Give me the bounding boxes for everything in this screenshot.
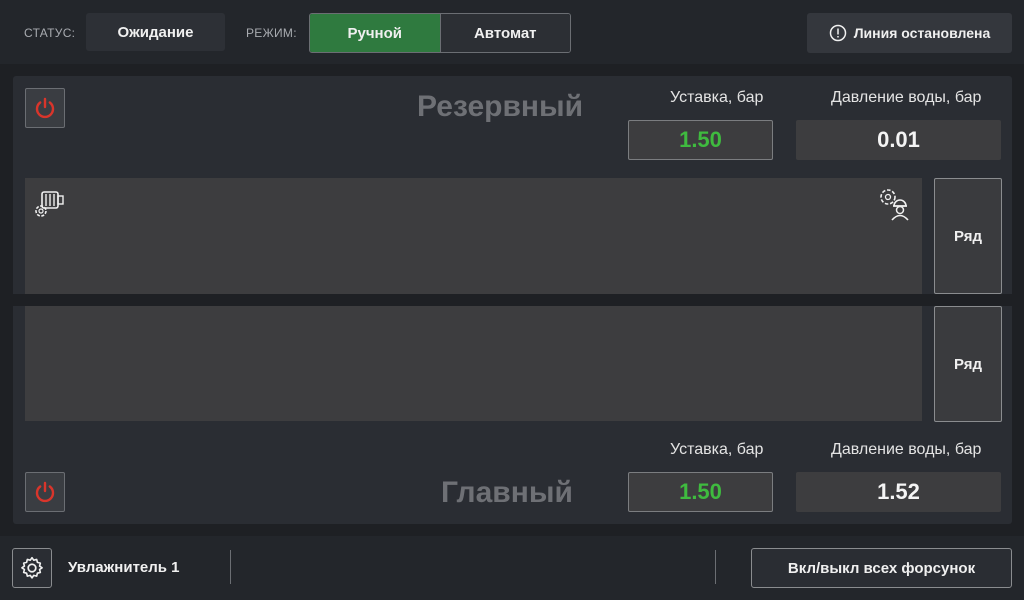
mode-auto-button[interactable]: Автомат (439, 14, 570, 52)
reserve-setpoint-input[interactable]: 1.50 (628, 120, 773, 160)
mode-manual-button[interactable]: Ручной (310, 14, 440, 52)
reserve-setpoint-label: Уставка, бар (670, 89, 764, 106)
power-icon (35, 97, 55, 119)
status-label: СТАТУС: (24, 26, 76, 40)
reserve-power-button[interactable] (25, 88, 65, 128)
device-name: Увлажнитель 1 (68, 559, 180, 576)
top-bar: СТАТУС: Ожидание РЕЖИМ: Ручной Автомат Л… (0, 0, 1024, 64)
main-title: Главный (441, 476, 573, 509)
reserve-row-button[interactable]: Ряд (934, 178, 1002, 294)
divider (715, 550, 716, 584)
motor-gear-icon (35, 191, 64, 217)
bottom-bar: Увлажнитель 1 Вкл/выкл всех форсунок (0, 536, 1024, 600)
reserve-pressure-label: Давление воды, бар (831, 89, 982, 106)
section-divider (13, 294, 1012, 306)
reserve-title: Резервный (417, 90, 584, 123)
status-value: Ожидание (86, 13, 225, 51)
power-icon (35, 481, 55, 503)
mode-label: РЕЖИМ: (246, 26, 297, 40)
line-status-indicator[interactable]: Линия остановлена (807, 13, 1012, 53)
main-row-button[interactable]: Ряд (934, 306, 1002, 422)
reserve-nozzle-area (25, 178, 922, 294)
mode-toggle: Ручной Автомат (309, 13, 571, 53)
main-pressure-label: Давление воды, бар (831, 441, 982, 458)
main-setpoint-input[interactable]: 1.50 (628, 472, 773, 512)
gear-icon (21, 556, 43, 579)
toggle-all-nozzles-button[interactable]: Вкл/выкл всех форсунок (751, 548, 1012, 588)
line-status-text: Линия остановлена (853, 25, 991, 41)
alert-circle-icon (829, 24, 846, 42)
humidifier-panel: Резервный Уставка, бар 1.50 Давление вод… (13, 76, 1012, 524)
settings-button[interactable] (12, 548, 52, 588)
divider (230, 550, 231, 584)
main-nozzle-area (25, 306, 922, 421)
main-power-button[interactable] (25, 472, 65, 512)
reserve-pressure-value: 0.01 (796, 120, 1001, 160)
main-pressure-value: 1.52 (796, 472, 1001, 512)
worker-gear-icon (880, 189, 909, 221)
main-setpoint-label: Уставка, бар (670, 441, 764, 458)
